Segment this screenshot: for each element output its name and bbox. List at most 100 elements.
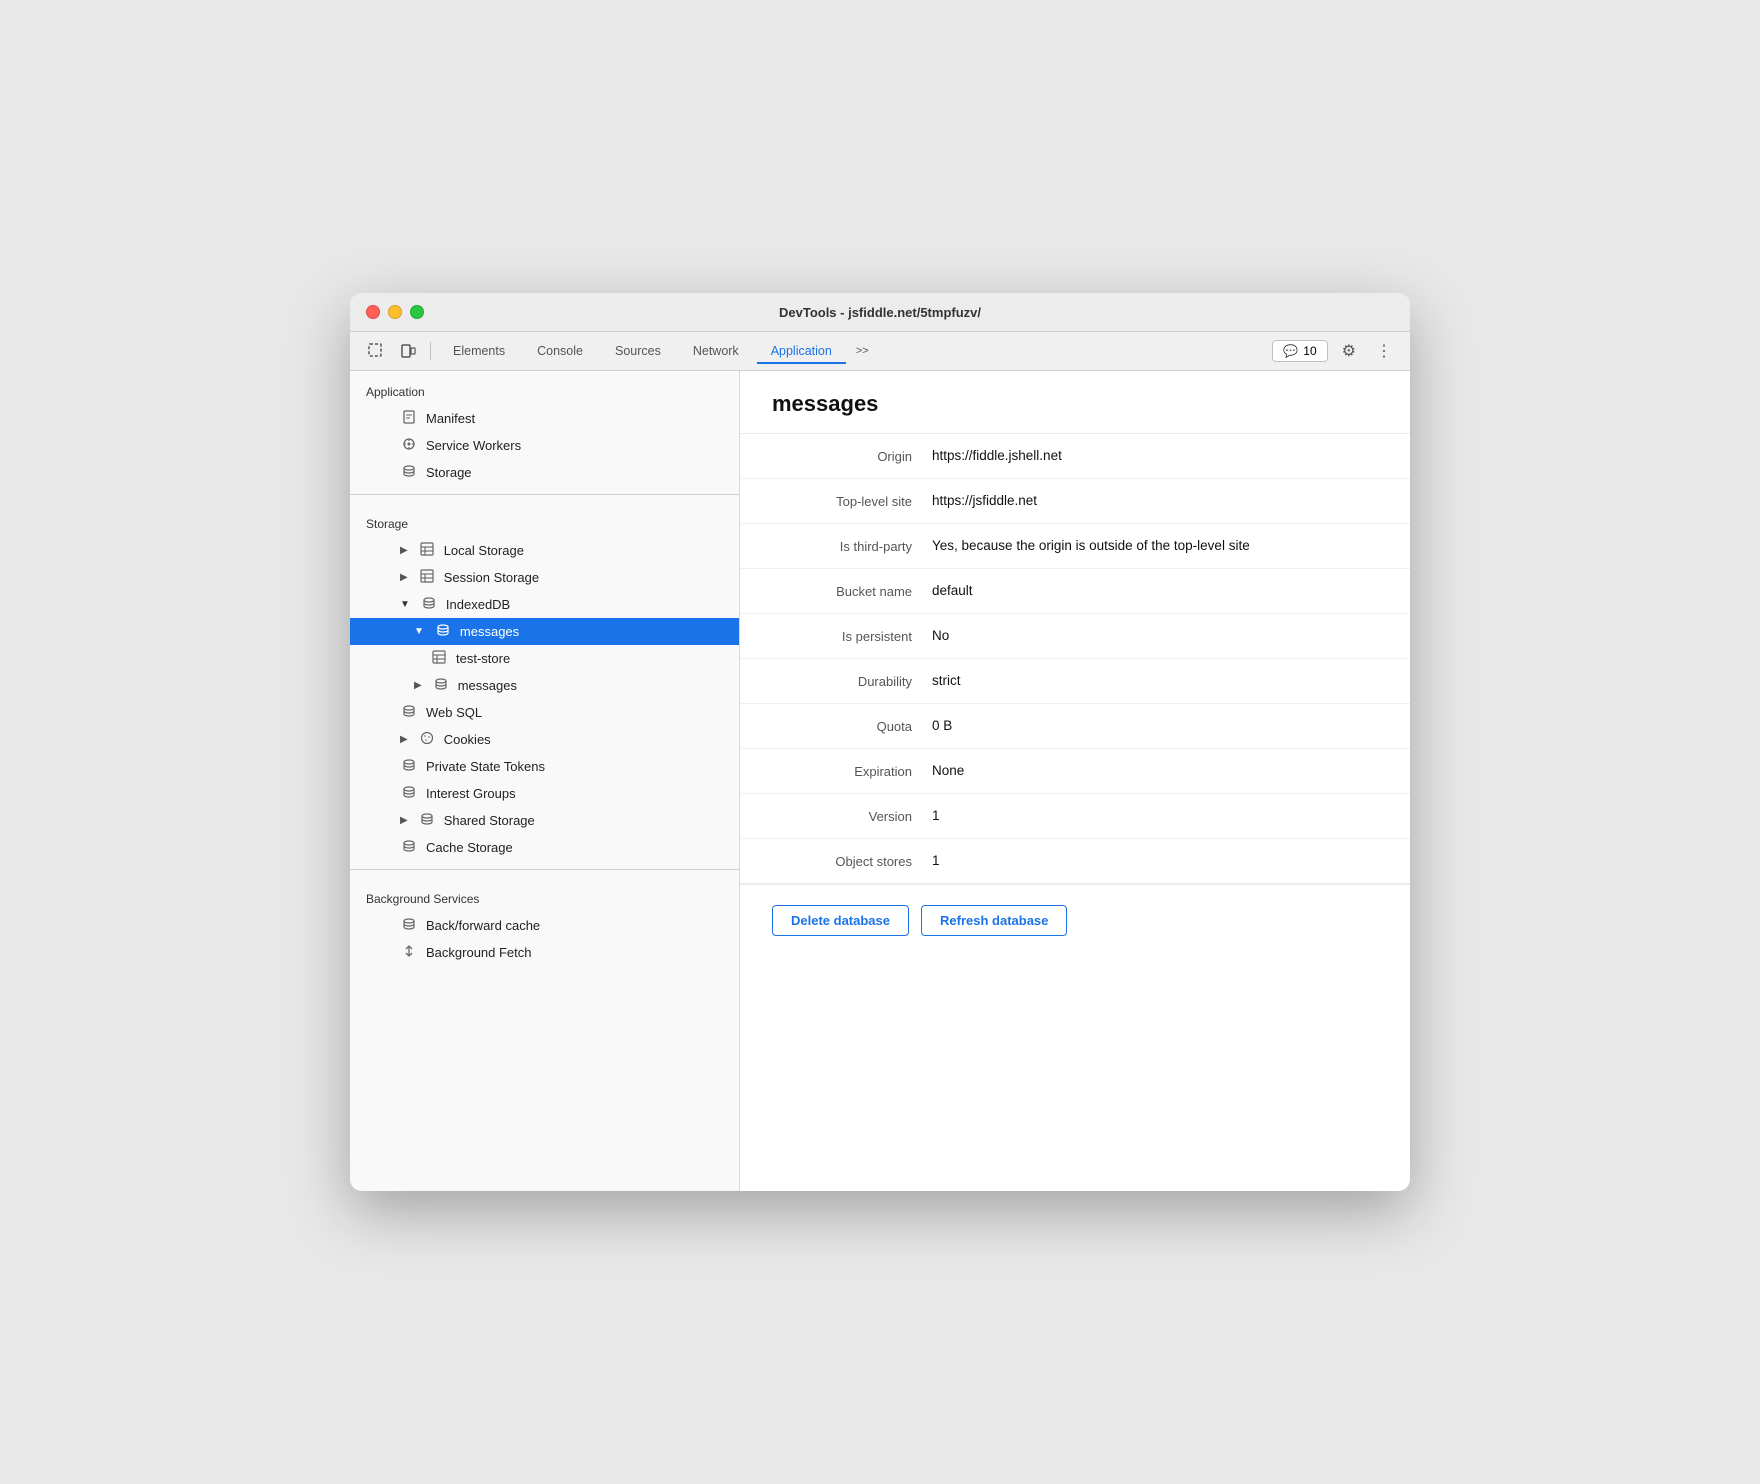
window-title: DevTools - jsfiddle.net/5tmpfuzv/ [779,305,981,320]
test-store-label: test-store [456,651,510,666]
detail-fields: Originhttps://fiddle.jshell.netTop-level… [740,434,1410,884]
sidebar-item-local-storage[interactable]: ▶ Local Storage [350,537,739,564]
shared-storage-label: Shared Storage [444,813,535,828]
sidebar-item-session-storage[interactable]: ▶ Session Storage [350,564,739,591]
detail-row-8: Version1 [740,794,1410,839]
tab-sources[interactable]: Sources [601,338,675,364]
detail-value-7: None [932,763,1378,778]
local-storage-icon [418,542,436,559]
detail-label-1: Top-level site [772,493,932,509]
shared-storage-icon [418,812,436,829]
detail-value-4: No [932,628,1378,643]
detail-value-9: 1 [932,853,1378,868]
sidebar-item-messages-2[interactable]: ▶ messages [350,672,739,699]
sidebar-divider-2 [350,869,739,870]
messages-db-icon [434,623,452,640]
sidebar-item-web-sql[interactable]: Web SQL [350,699,739,726]
sidebar-item-messages-selected[interactable]: ▼ messages [350,618,739,645]
cookies-label: Cookies [444,732,491,747]
sidebar-item-test-store[interactable]: test-store [350,645,739,672]
section-header-background: Background Services [350,878,739,912]
messages-selected-label: messages [460,624,519,639]
detail-value-2: Yes, because the origin is outside of th… [932,538,1378,553]
detail-row-1: Top-level sitehttps://jsfiddle.net [740,479,1410,524]
manifest-icon [400,410,418,427]
sidebar-item-service-workers[interactable]: Service Workers [350,432,739,459]
interest-groups-icon [400,785,418,802]
detail-label-6: Quota [772,718,932,734]
settings-icon[interactable]: ⚙ [1336,338,1362,364]
local-storage-label: Local Storage [444,543,524,558]
shared-storage-expand: ▶ [400,815,408,826]
cookies-expand: ▶ [400,734,408,745]
indexeddb-expand: ▼ [400,599,410,610]
close-button[interactable] [366,305,380,319]
refresh-database-button[interactable]: Refresh database [921,905,1067,936]
traffic-lights [366,305,424,319]
sidebar-item-indexeddb[interactable]: ▼ IndexedDB [350,591,739,618]
maximize-button[interactable] [410,305,424,319]
sidebar-item-storage-root[interactable]: Storage [350,459,739,486]
detail-label-3: Bucket name [772,583,932,599]
session-storage-label: Session Storage [444,570,539,585]
detail-label-0: Origin [772,448,932,464]
sidebar-item-back-forward[interactable]: Back/forward cache [350,912,739,939]
sidebar-item-private-state[interactable]: Private State Tokens [350,753,739,780]
detail-row-9: Object stores1 [740,839,1410,884]
detail-row-3: Bucket namedefault [740,569,1410,614]
cursor-icon [368,343,384,359]
message-count-badge[interactable]: 💬 10 [1272,340,1327,362]
tab-network[interactable]: Network [679,338,753,364]
indexeddb-label: IndexedDB [446,597,510,612]
detail-row-4: Is persistentNo [740,614,1410,659]
cache-storage-label: Cache Storage [426,840,513,855]
indexeddb-icon [420,596,438,613]
back-forward-label: Back/forward cache [426,918,540,933]
sidebar-item-interest-groups[interactable]: Interest Groups [350,780,739,807]
section-header-application: Application [350,371,739,405]
service-workers-icon [400,437,418,454]
messages2-icon [432,677,450,694]
delete-database-button[interactable]: Delete database [772,905,909,936]
detail-row-0: Originhttps://fiddle.jshell.net [740,434,1410,479]
tab-application[interactable]: Application [757,338,846,364]
service-workers-label: Service Workers [426,438,521,453]
more-options-icon[interactable]: ⋮ [1370,338,1398,364]
detail-title: messages [740,371,1410,434]
sidebar-item-background-fetch[interactable]: Background Fetch [350,939,739,966]
detail-row-2: Is third-partyYes, because the origin is… [740,524,1410,569]
toolbar-sep-1 [430,342,431,360]
detail-row-5: Durabilitystrict [740,659,1410,704]
messages2-label: messages [458,678,517,693]
action-bar: Delete database Refresh database [740,884,1410,956]
sidebar-item-cache-storage[interactable]: Cache Storage [350,834,739,861]
toolbar: Elements Console Sources Network Applica… [350,332,1410,371]
detail-label-7: Expiration [772,763,932,779]
session-storage-expand: ▶ [400,572,408,583]
messages-expand: ▼ [414,626,424,637]
detail-panel: messages Originhttps://fiddle.jshell.net… [740,371,1410,1191]
tab-console[interactable]: Console [523,338,597,364]
background-fetch-icon [400,944,418,961]
detail-label-4: Is persistent [772,628,932,644]
select-element-button[interactable] [362,339,390,363]
detail-label-9: Object stores [772,853,932,869]
sidebar-item-manifest[interactable]: Manifest [350,405,739,432]
sidebar-item-cookies[interactable]: ▶ Cookies [350,726,739,753]
storage-root-icon [400,464,418,481]
minimize-button[interactable] [388,305,402,319]
test-store-icon [430,650,448,667]
tab-elements[interactable]: Elements [439,338,519,364]
more-tabs-button[interactable]: >> [850,341,875,361]
message-icon: 💬 [1283,344,1298,358]
back-forward-icon [400,917,418,934]
detail-value-1: https://jsfiddle.net [932,493,1378,508]
private-state-label: Private State Tokens [426,759,545,774]
detail-row-7: ExpirationNone [740,749,1410,794]
device-toggle-button[interactable] [394,339,422,363]
detail-value-0: https://fiddle.jshell.net [932,448,1378,463]
section-header-storage: Storage [350,503,739,537]
sidebar-item-shared-storage[interactable]: ▶ Shared Storage [350,807,739,834]
local-storage-expand: ▶ [400,545,408,556]
cookies-icon [418,731,436,748]
